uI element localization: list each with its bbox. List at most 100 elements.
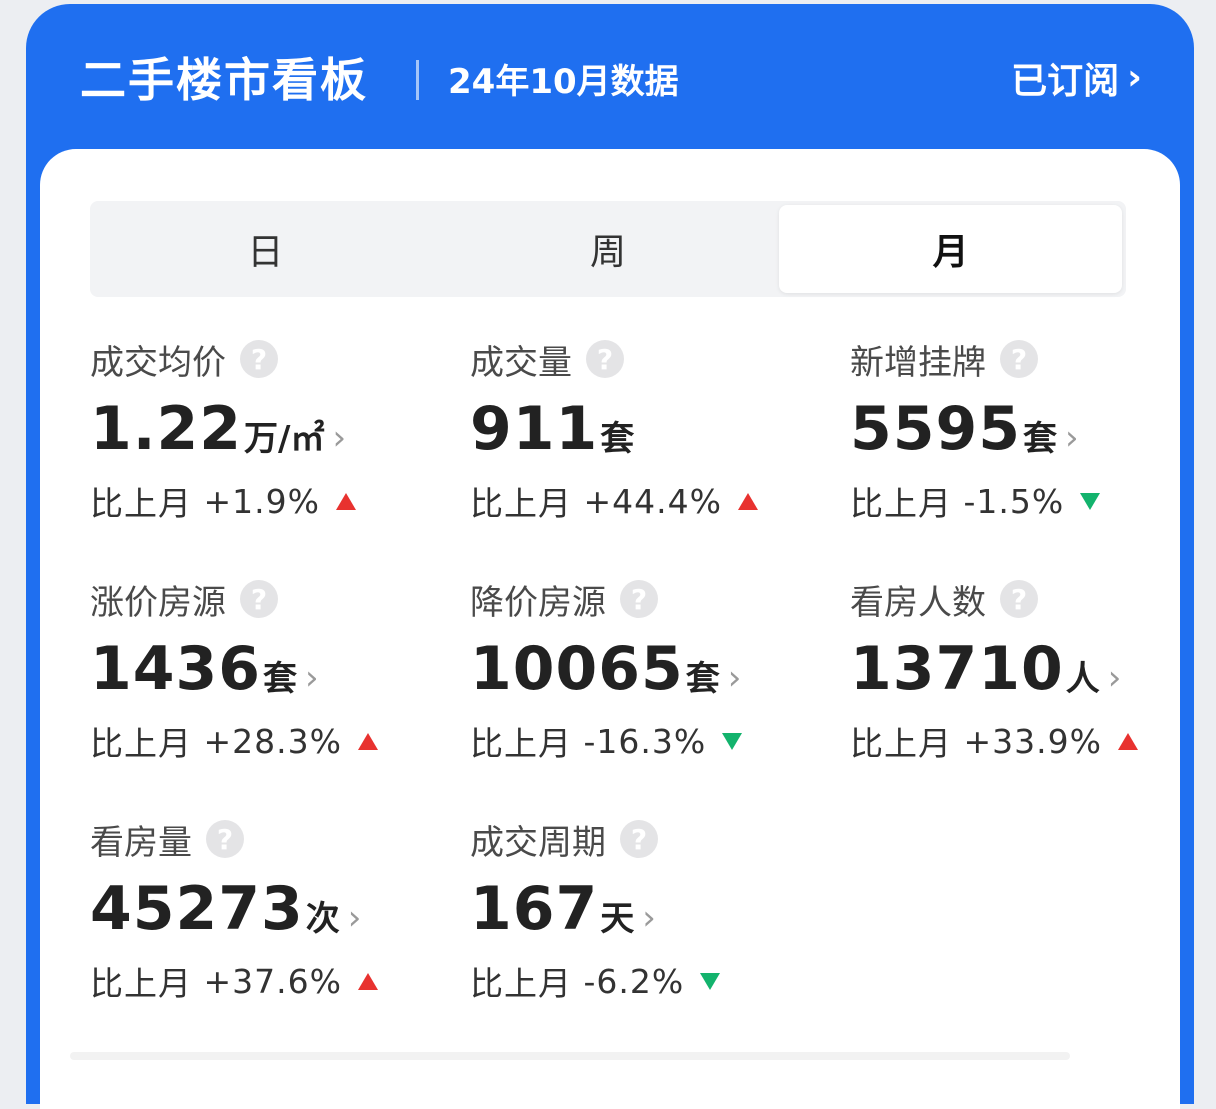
metric-label: 成交周期 xyxy=(470,822,606,863)
metric-change: 比上月 -6.2% xyxy=(470,957,850,1005)
change-prefix: 比上月 xyxy=(850,724,952,763)
metric-unit: 万/㎡ xyxy=(244,419,325,459)
metric-viewers: 看房人数 ? 13710 人 › 比上月 +33.9% xyxy=(850,577,1216,777)
change-value: -1.5% xyxy=(963,481,1065,521)
metrics-card: 日 周 月 成交均价 ? 1.22 万/㎡ › 比上月 +1.9% 成交量 ? … xyxy=(40,149,1180,1109)
chevron-right-icon: › xyxy=(347,898,362,938)
period-tabs: 日 周 月 xyxy=(90,201,1126,297)
page-title: 二手楼市看板 xyxy=(80,53,368,107)
help-icon[interactable]: ? xyxy=(1000,580,1038,618)
metric-viewings: 看房量 ? 45273 次 › 比上月 +37.6% xyxy=(90,817,470,1017)
chevron-right-icon: › xyxy=(727,658,742,698)
metric-number: 10065 xyxy=(470,634,684,704)
metric-change: 比上月 +33.9% xyxy=(850,717,1216,765)
metric-unit: 天 xyxy=(600,899,635,939)
metric-price-up: 涨价房源 ? 1436 套 › 比上月 +28.3% xyxy=(90,577,470,777)
metric-label: 涨价房源 xyxy=(90,582,226,623)
change-value: -16.3% xyxy=(583,721,707,761)
metric-avg-price: 成交均价 ? 1.22 万/㎡ › 比上月 +1.9% xyxy=(90,337,470,537)
metric-number: 167 xyxy=(470,874,599,944)
metric-number: 1.22 xyxy=(90,394,243,464)
scroll-indicator xyxy=(70,1052,1070,1060)
change-prefix: 比上月 xyxy=(90,484,192,523)
metric-price-down: 降价房源 ? 10065 套 › 比上月 -16.3% xyxy=(470,577,850,777)
change-prefix: 比上月 xyxy=(470,964,572,1003)
metric-new-listings: 新增挂牌 ? 5595 套 › 比上月 -1.5% xyxy=(850,337,1216,537)
chevron-right-icon: › xyxy=(642,898,656,938)
change-value: +33.9% xyxy=(963,721,1102,761)
trend-down-icon xyxy=(700,972,721,990)
metric-value-link[interactable]: 5595 套 › xyxy=(850,397,1216,459)
metric-number: 45273 xyxy=(90,874,304,944)
metric-number: 1436 xyxy=(90,634,261,704)
dashboard-panel: 二手楼市看板 24年10月数据 已订阅 › 日 周 月 成交均价 ? 1.22 … xyxy=(26,4,1194,1109)
metric-volume: 成交量 ? 911 套 比上月 +44.4% xyxy=(470,337,850,537)
metric-deal-cycle: 成交周期 ? 167 天 › 比上月 -6.2% xyxy=(470,817,850,1017)
change-prefix: 比上月 xyxy=(470,484,572,523)
metric-change: 比上月 -16.3% xyxy=(470,717,850,765)
help-icon[interactable]: ? xyxy=(586,340,624,378)
metric-change: 比上月 +1.9% xyxy=(90,477,470,525)
metric-change: 比上月 +28.3% xyxy=(90,717,470,765)
metric-value-link[interactable]: 1436 套 › xyxy=(90,637,470,699)
tab-week[interactable]: 周 xyxy=(437,205,780,293)
header: 二手楼市看板 24年10月数据 已订阅 › xyxy=(26,4,1194,149)
metric-unit: 套 xyxy=(685,659,720,699)
metric-value-link[interactable]: 167 天 › xyxy=(470,877,850,939)
help-icon[interactable]: ? xyxy=(240,580,278,618)
title-divider xyxy=(416,60,419,100)
help-icon[interactable]: ? xyxy=(620,820,658,858)
change-value: +44.4% xyxy=(583,481,722,521)
help-icon[interactable]: ? xyxy=(240,340,278,378)
metric-unit: 套 xyxy=(263,659,297,699)
metric-unit: 套 xyxy=(1023,419,1057,459)
metric-change: 比上月 +37.6% xyxy=(90,957,470,1005)
chevron-right-icon: › xyxy=(1065,418,1079,458)
metric-value-link[interactable]: 13710 人 › xyxy=(850,637,1216,699)
subscribe-label: 已订阅 xyxy=(1011,61,1120,102)
metric-change: 比上月 +44.4% xyxy=(470,477,850,525)
trend-up-icon xyxy=(336,492,356,510)
chevron-right-icon: › xyxy=(305,658,319,698)
help-icon[interactable]: ? xyxy=(206,820,244,858)
change-value: +1.9% xyxy=(203,481,320,521)
chevron-right-icon: › xyxy=(332,418,347,458)
metric-number: 13710 xyxy=(850,634,1064,704)
metric-value-link[interactable]: 1.22 万/㎡ › xyxy=(90,397,470,459)
trend-up-icon xyxy=(357,972,378,990)
trend-down-icon xyxy=(722,732,743,750)
change-prefix: 比上月 xyxy=(850,484,952,523)
metric-label: 新增挂牌 xyxy=(850,342,986,383)
metric-number: 911 xyxy=(470,394,599,464)
metric-value-link[interactable]: 10065 套 › xyxy=(470,637,850,699)
trend-up-icon xyxy=(1117,732,1138,750)
metric-label: 成交量 xyxy=(470,342,572,383)
metric-label: 成交均价 xyxy=(90,342,226,383)
change-value: +37.6% xyxy=(203,961,342,1001)
chevron-right-icon: › xyxy=(1127,57,1142,98)
metric-number: 5595 xyxy=(850,394,1021,464)
metric-unit: 套 xyxy=(600,419,635,459)
change-value: +28.3% xyxy=(203,721,342,761)
metric-label: 降价房源 xyxy=(470,582,606,623)
metric-unit: 人 xyxy=(1065,659,1100,699)
metric-label: 看房量 xyxy=(90,822,192,863)
metric-value-link[interactable]: 45273 次 › xyxy=(90,877,470,939)
change-prefix: 比上月 xyxy=(90,724,192,763)
metric-change: 比上月 -1.5% xyxy=(850,477,1216,525)
metric-label: 看房人数 xyxy=(850,582,986,623)
tab-day[interactable]: 日 xyxy=(94,205,437,293)
trend-down-icon xyxy=(1080,492,1101,510)
trend-up-icon xyxy=(357,732,378,750)
change-prefix: 比上月 xyxy=(470,724,572,763)
metric-unit: 次 xyxy=(305,899,340,939)
help-icon[interactable]: ? xyxy=(1000,340,1038,378)
change-value: -6.2% xyxy=(583,961,685,1001)
help-icon[interactable]: ? xyxy=(620,580,658,618)
tab-month[interactable]: 月 xyxy=(779,205,1123,293)
chevron-right-icon: › xyxy=(1107,658,1122,698)
metric-value: 911 套 xyxy=(470,397,850,459)
trend-up-icon xyxy=(737,492,758,510)
data-period: 24年10月数据 xyxy=(448,62,679,102)
subscribe-button[interactable]: 已订阅 › xyxy=(1011,52,1142,104)
